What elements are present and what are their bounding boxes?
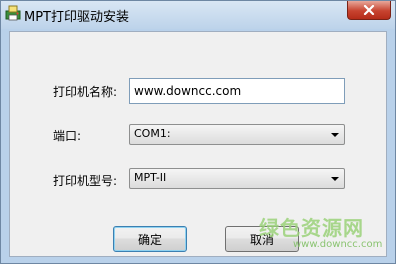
chevron-down-icon [331, 177, 339, 181]
window-title: MPT打印驱动安装 [24, 10, 129, 25]
printer-installer-icon [5, 5, 21, 21]
watermark-brand: 绿色资源网 [259, 216, 364, 240]
close-button[interactable] [347, 1, 391, 20]
printer-name-label: 打印机名称: [53, 85, 118, 99]
watermark-url: www.downcc.com [293, 239, 383, 250]
printer-name-input[interactable]: www.downcc.com [129, 78, 345, 104]
printer-model-label: 打印机型号: [53, 174, 118, 188]
ok-button[interactable]: 确定 [113, 226, 187, 252]
close-icon [363, 5, 375, 15]
port-label: 端口: [53, 129, 82, 143]
title-bar[interactable]: MPT打印驱动安装 [1, 1, 395, 29]
printer-model-select[interactable]: MPT-II [129, 168, 345, 189]
port-select[interactable]: COM1: [129, 124, 345, 145]
installer-window: MPT打印驱动安装 打印机名称: www.downcc.com 端口: COM1… [0, 0, 396, 264]
chevron-down-icon [331, 133, 339, 137]
port-selected-value: COM1: [134, 127, 171, 140]
printer-model-selected-value: MPT-II [134, 171, 167, 184]
